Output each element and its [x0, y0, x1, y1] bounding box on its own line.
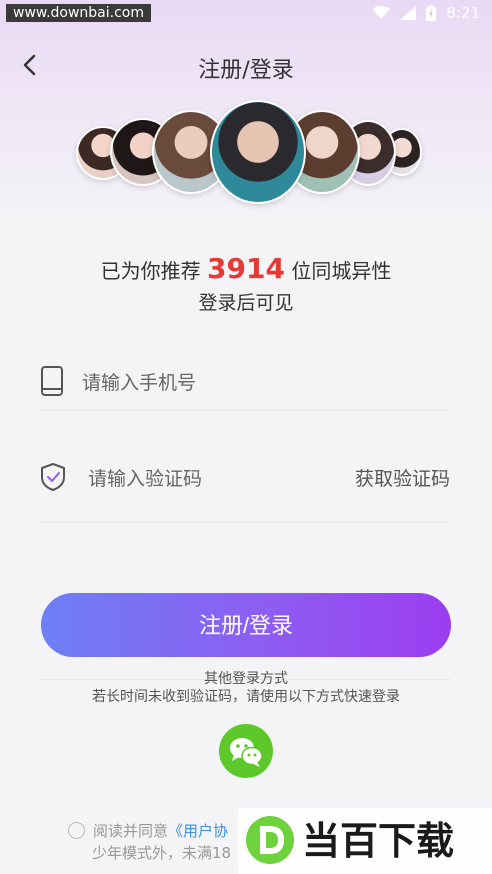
- register-login-button[interactable]: 注册/登录: [41, 593, 451, 657]
- signal-icon: [400, 6, 417, 20]
- phone-icon: [41, 366, 63, 396]
- status-time: 8:21: [446, 4, 480, 22]
- phone-row[interactable]: 请输入手机号: [40, 350, 450, 411]
- promo-count: 3914: [207, 252, 285, 285]
- avatar: [210, 100, 306, 204]
- promo-subtitle: 登录后可见: [198, 292, 294, 314]
- brand-watermark: 当百下载: [238, 808, 492, 874]
- recommend-count-text: 已为你推荐 3914 位同城异性: [0, 252, 492, 285]
- site-watermark: www.downbai.com: [6, 4, 151, 22]
- wechat-icon: [230, 738, 263, 767]
- agreement-line: 阅读并同意《用户协: [68, 820, 228, 841]
- user-agreement-link[interactable]: 《用户协: [168, 822, 228, 840]
- battery-icon: [426, 5, 437, 21]
- agreement-line-2: 少年模式外，未满18: [92, 844, 232, 862]
- brand-watermark-text: 当百下载: [302, 819, 454, 863]
- status-icons: 8:21: [372, 4, 480, 22]
- agreement-text: 阅读并同意: [93, 822, 169, 840]
- code-row[interactable]: 请输入验证码 获取验证码: [40, 446, 450, 523]
- header: 注册/登录: [0, 44, 492, 88]
- other-login-title: 其他登录方式: [204, 671, 288, 687]
- wifi-icon: [372, 6, 391, 19]
- phone-input[interactable]: 请输入手机号: [82, 368, 196, 395]
- promo-prefix: 已为你推荐: [100, 259, 201, 283]
- other-login-hint: 若长时间未收到验证码，请使用以下方式快速登录: [92, 689, 400, 705]
- wechat-login-button[interactable]: [219, 724, 273, 778]
- recommended-avatars: [0, 100, 492, 210]
- page-title: 注册/登录: [198, 58, 294, 83]
- status-bar: www.downbai.com 8:21: [0, 0, 492, 28]
- promo-suffix: 位同城异性: [291, 259, 392, 283]
- agree-radio[interactable]: [68, 822, 85, 839]
- get-code-button[interactable]: 获取验证码: [355, 464, 450, 491]
- code-input[interactable]: 请输入验证码: [88, 464, 202, 491]
- shield-check-icon: [41, 463, 65, 491]
